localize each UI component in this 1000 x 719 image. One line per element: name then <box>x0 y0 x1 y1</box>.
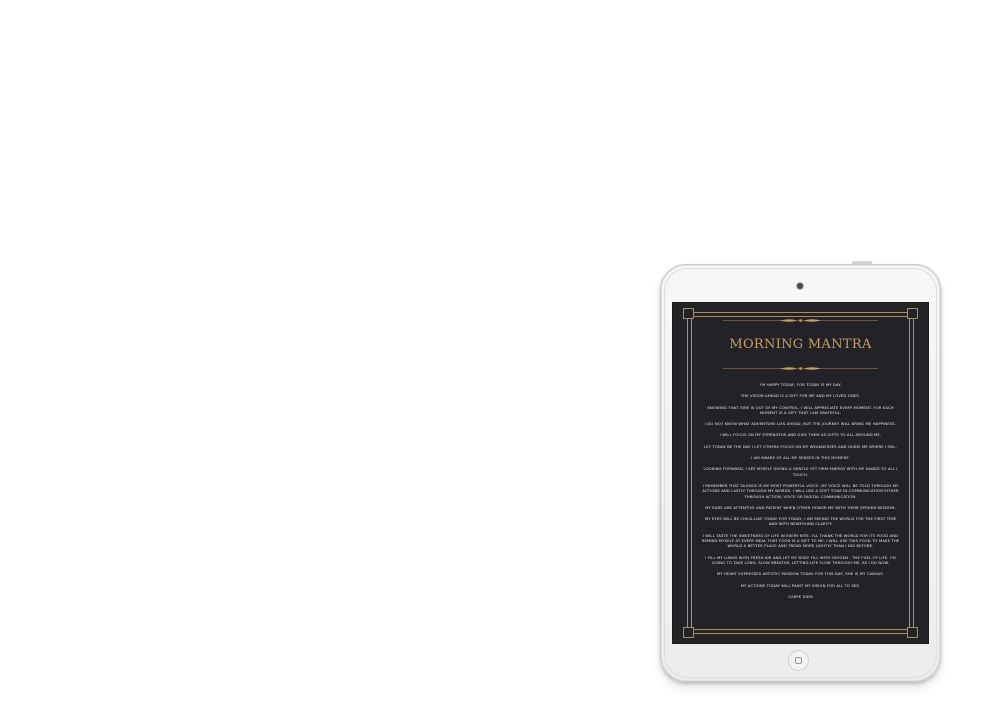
mantra-line: MY EYES WILL BE CHILD-LIKE TODAY. FOR TO… <box>704 516 897 527</box>
home-button-icon[interactable] <box>788 650 809 671</box>
mantra-line: LET TODAY BE THE DAY I LET OTHERS FOCUS … <box>704 443 897 449</box>
mantra-line: I WILL FOCUS ON MY STRENGTHS AND GIVE TH… <box>719 432 882 438</box>
mantra-line: MY EARS ARE ATTENTIVE AND PATIENT WHEN O… <box>705 504 896 510</box>
frame-corner-ornament <box>907 308 918 319</box>
frame-corner-ornament <box>683 627 694 638</box>
mantra-line: THE VISION AHEAD IS A GIFT FOR ME AND MY… <box>740 393 861 399</box>
top-divider-ornament <box>723 319 878 322</box>
frame-corner-ornament <box>907 627 918 638</box>
mantra-line: I REMEMBER THAT SILENCE IS MY MOST POWER… <box>702 482 899 499</box>
mantra-text: I'M HAPPY TODAY, FOR TODAY IS MY DAY. TH… <box>701 382 900 605</box>
frame-corner-ornament <box>683 308 694 319</box>
title-divider-ornament <box>723 367 878 370</box>
mantra-line: KNOWING THAT TIME IS OUT OF MY CONTROL, … <box>707 404 894 415</box>
mantra-line: I WILL TASTE THE SWEETNESS OF LIFE IN EV… <box>701 532 900 549</box>
mantra-line: I DO NOT KNOW WHAT ADVENTURE LIES AHEAD,… <box>704 421 897 427</box>
tablet-screen: MORNING MANTRA I'M HAPPY TODAY, FOR TODA… <box>673 303 928 643</box>
mantra-line: I AM AWARE OF ALL MY SENSES IN THIS MOME… <box>751 455 850 461</box>
mantra-line: MY HEART EXPRESSES ARTISTIC PASSION TODA… <box>716 571 885 577</box>
mantra-closing: CARPE DIEM <box>788 593 813 599</box>
mantra-line: I FILL MY LUNGS WITH FRESH AIR AND LET M… <box>705 554 896 565</box>
mantra-line: MY ACTIONS TODAY WILL PAINT MY VISION FO… <box>740 582 861 588</box>
mantra-line: LOOKING FORWARD, I SEE MYSELF GIVING A G… <box>703 466 898 477</box>
document-title: MORNING MANTRA <box>729 337 872 352</box>
mantra-line: I'M HAPPY TODAY, FOR TODAY IS MY DAY. <box>759 382 842 387</box>
camera-icon <box>797 283 803 289</box>
